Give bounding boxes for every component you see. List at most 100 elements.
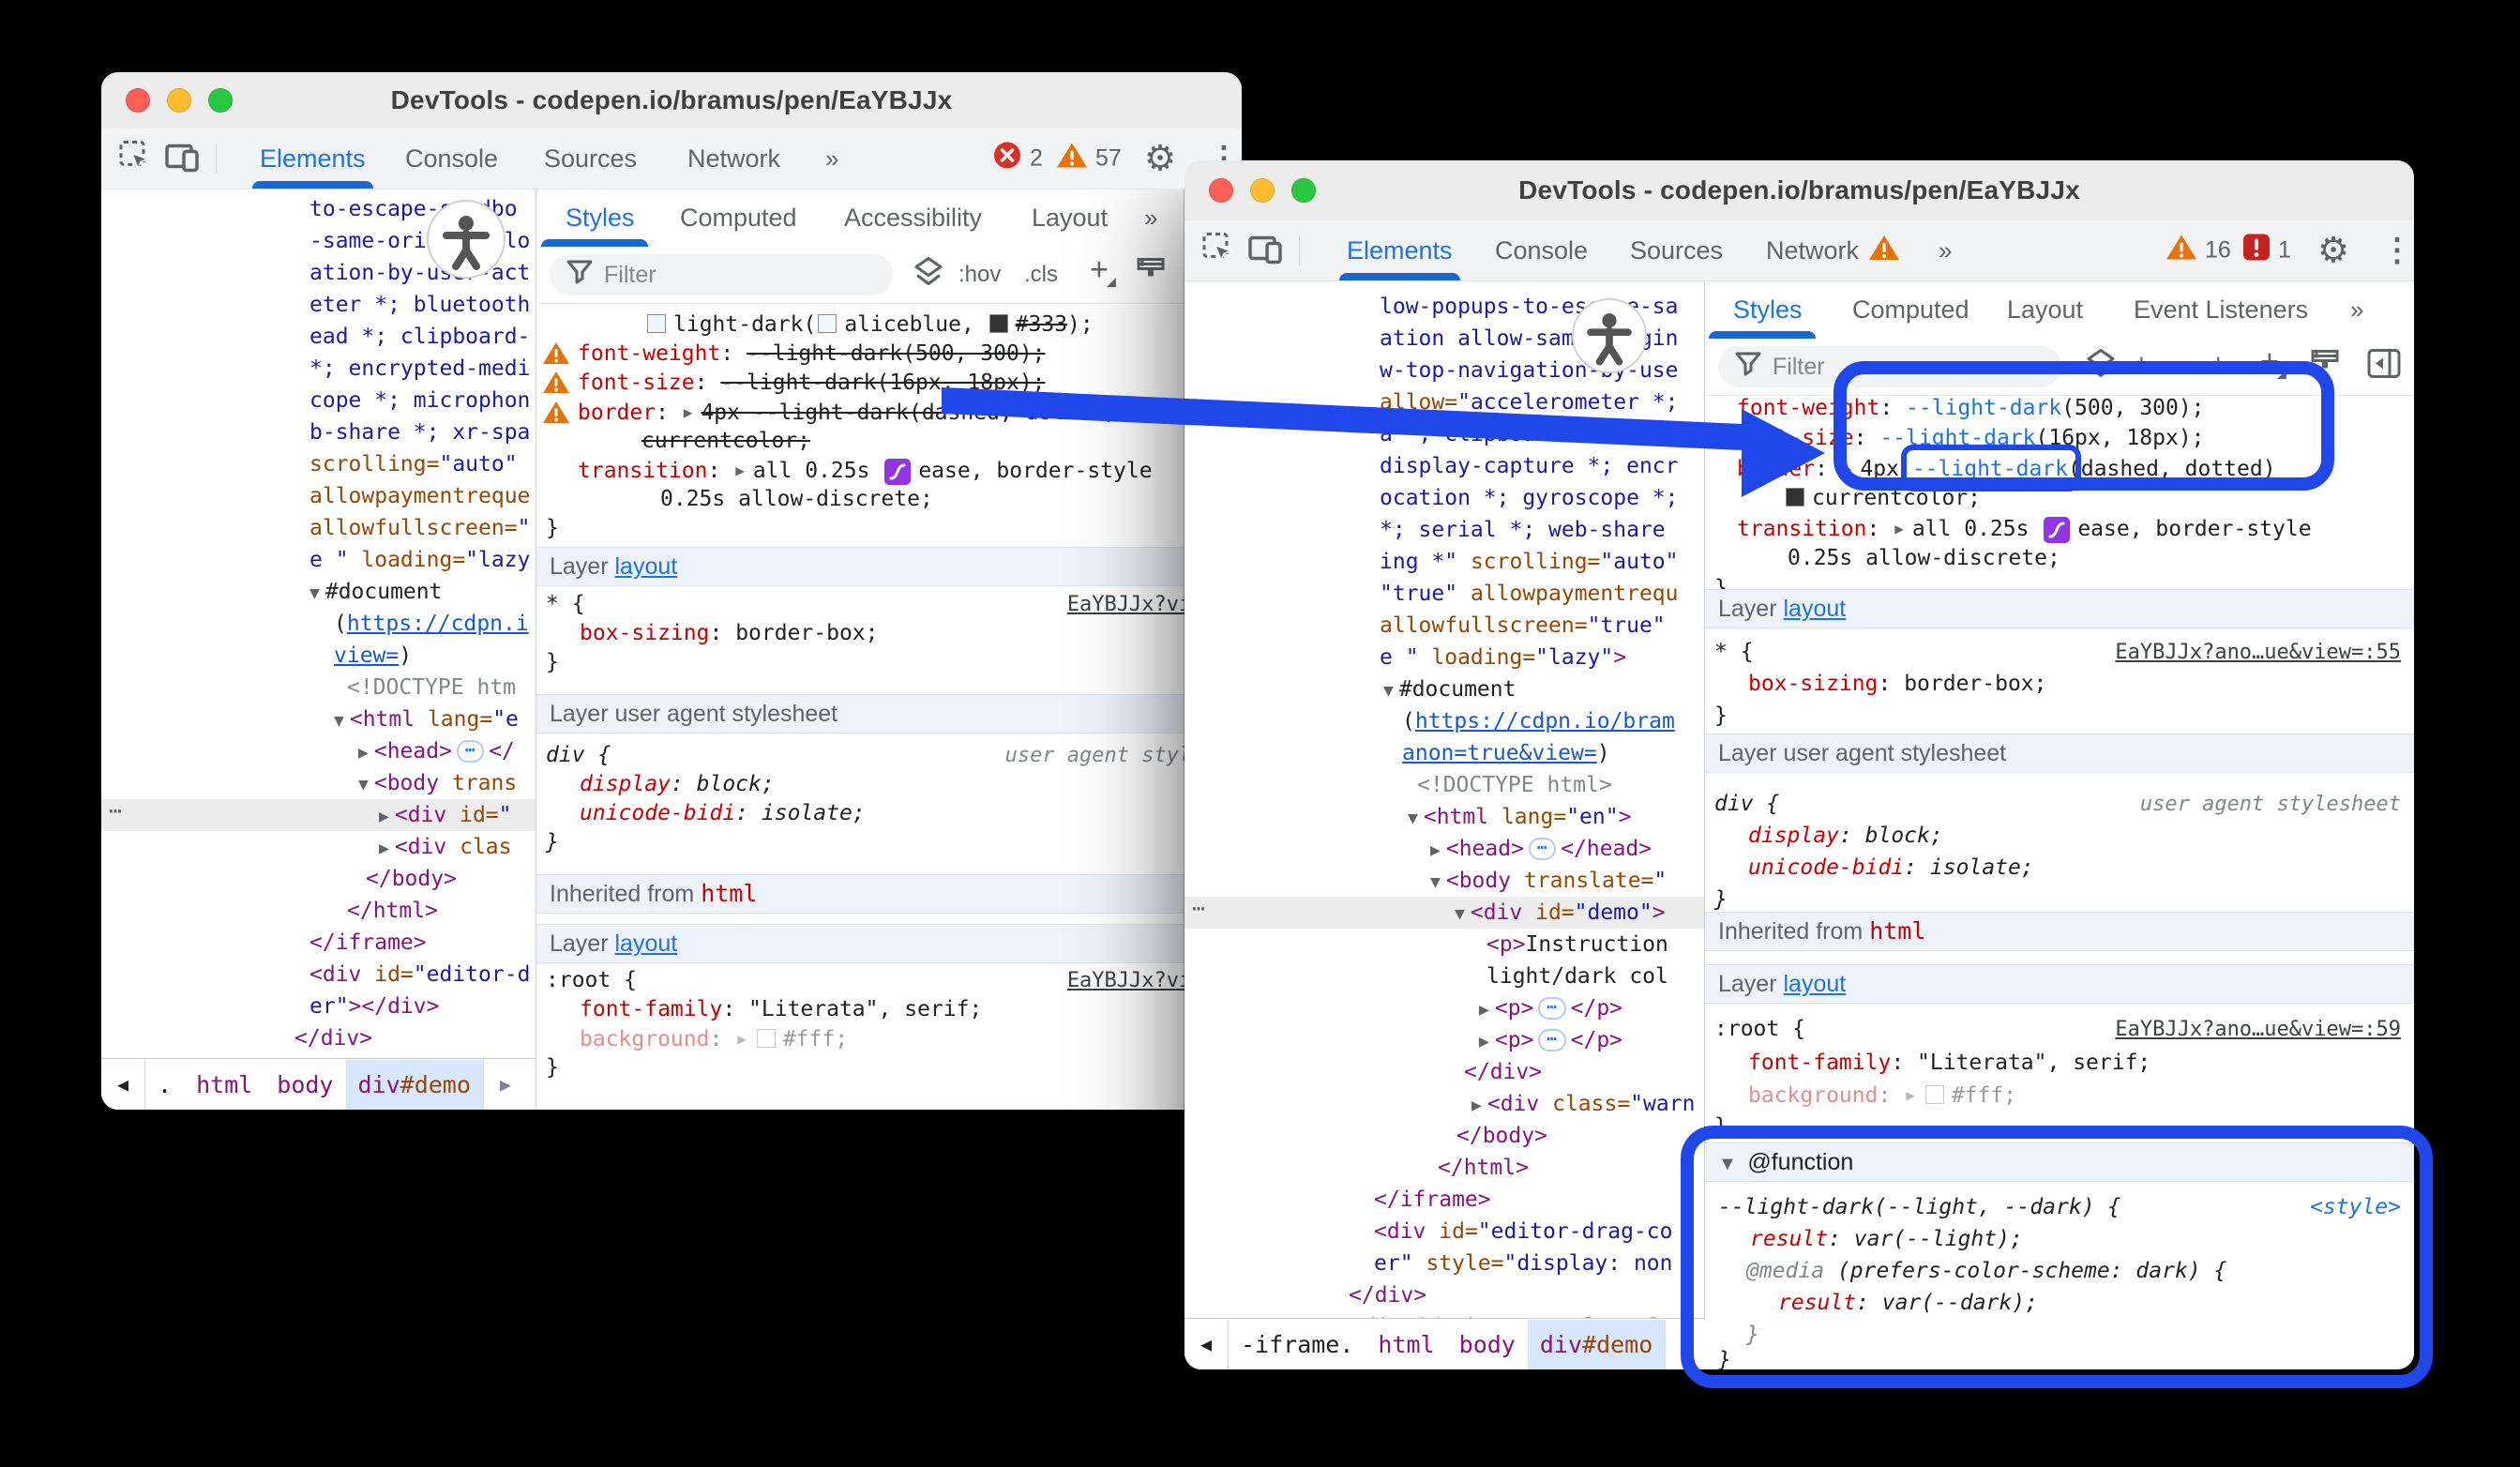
css-rule-line[interactable]: :root {	[546, 966, 637, 995]
crumb-forward-button[interactable]: ▶	[1665, 1320, 1709, 1369]
css-rule-line[interactable]: display: block;	[580, 770, 775, 799]
breadcrumb-item[interactable]: .	[145, 1060, 184, 1110]
settings-gear-icon[interactable]: ⚙	[2317, 230, 2349, 272]
dom-tree-line[interactable]: b-share *; xr-spa	[309, 416, 530, 448]
dom-tree-line[interactable]: ▶<p>⋯</p>	[1479, 992, 1622, 1026]
sidebar-more-tabs-button[interactable]: »	[2350, 280, 2362, 339]
dom-tree-line[interactable]: anon=true&view=)	[1402, 737, 1610, 769]
dom-tree-line[interactable]: ▼#document	[1383, 673, 1516, 707]
dom-tree-line[interactable]: </html>	[1438, 1152, 1529, 1184]
dom-tree-line[interactable]: view=)	[334, 640, 412, 672]
dom-tree-line[interactable]: </div>	[1464, 1056, 1542, 1088]
css-rule-line[interactable]: box-sizing: border-box;	[580, 619, 879, 648]
tab-elements[interactable]: Elements	[1347, 220, 1453, 280]
new-style-rule-button[interactable]: +◢	[1090, 261, 1116, 290]
css-rule-line[interactable]: }	[546, 648, 559, 677]
crumb-back-button[interactable]: ◀	[101, 1060, 145, 1110]
dom-tree-line[interactable]: allowpaymentreque	[309, 480, 530, 512]
rule-source-link[interactable]: user agent stylesheet	[2140, 790, 2401, 819]
css-rule-line[interactable]: div {	[1714, 790, 1779, 819]
dom-tree-line[interactable]: (https://cdpn.io/bram	[1402, 705, 1675, 737]
dom-tree-line[interactable]: </body>	[1456, 1120, 1547, 1152]
dom-tree-pane[interactable]: low-popups-to-escape-saation allow-same-…	[1185, 280, 1705, 1369]
dom-tree-line[interactable]: ▶<head>⋯</	[358, 735, 515, 769]
dom-tree-line[interactable]: </div>	[1349, 1279, 1426, 1311]
expand-ellipsis-icon[interactable]: ⋯	[457, 740, 484, 763]
disclosure-triangle-icon[interactable]: ▶	[1906, 1086, 1915, 1104]
dom-tree-line[interactable]: er" style="display: non	[1374, 1248, 1673, 1279]
settings-gear-icon[interactable]: ⚙	[1144, 138, 1176, 180]
disclosure-triangle-icon[interactable]: ▶	[1843, 460, 1852, 477]
dom-tree-line[interactable]: ▼<body translate="	[1430, 865, 1667, 899]
breadcrumb-item[interactable]: body	[264, 1060, 345, 1110]
console-warning-badge[interactable]: 57	[1056, 142, 1122, 176]
tab-console[interactable]: Console	[1495, 220, 1588, 280]
css-rule-line[interactable]: font-weight: --light-dark(500, 300);	[1737, 394, 2205, 423]
sidebar-tab-computed[interactable]: Computed	[1852, 280, 1969, 339]
minimize-button[interactable]	[167, 88, 191, 113]
css-rule-line[interactable]: @media (prefers-color-scheme: dark) {	[1746, 1257, 2226, 1286]
zoom-button[interactable]	[208, 88, 233, 113]
css-rule-line[interactable]: box-sizing: border-box;	[1748, 670, 2047, 699]
css-rule-line[interactable]: font-family: "Literata", serif;	[580, 995, 982, 1024]
rendering-emulation-button[interactable]	[1135, 256, 1167, 295]
css-rule-line[interactable]: display: block;	[1748, 822, 1943, 851]
breadcrumb-item[interactable]: html	[1366, 1320, 1446, 1369]
dom-tree-line[interactable]: ▼<html lang="en">	[1408, 801, 1631, 835]
breadcrumb-item[interactable]: body	[1447, 1320, 1528, 1369]
css-rule-line[interactable]: }	[1746, 1321, 1759, 1350]
dom-tree-line[interactable]: *; encrypted-medi	[309, 353, 530, 385]
tab-sources[interactable]: Sources	[544, 129, 637, 189]
rule-source-link[interactable]: EaYBJJx?ano…ue&view=:59	[2115, 1015, 2401, 1044]
dom-tree-line[interactable]: </div>	[294, 1022, 372, 1054]
element-classes-button[interactable]: .cls	[1024, 262, 1058, 288]
dom-tree-line[interactable]: <!DOCTYPE html>	[1417, 769, 1612, 801]
inspect-element-button[interactable]	[1201, 232, 1235, 270]
breadcrumb-item-selected[interactable]: div#demo	[346, 1060, 483, 1110]
crumb-back-button[interactable]: ◀	[1185, 1320, 1229, 1369]
dom-tree-line[interactable]: ▼<div id="demo">	[1455, 897, 1666, 930]
tab-console[interactable]: Console	[405, 129, 498, 189]
zoom-button[interactable]	[1291, 178, 1316, 203]
css-rule-line[interactable]: transition: ▶all 0.25s ease, border-styl…	[1737, 514, 2312, 544]
bezier-curve-icon[interactable]	[884, 459, 911, 485]
css-rule-line[interactable]: font-family: "Literata", serif;	[1748, 1049, 2150, 1078]
dom-tree-line[interactable]: eter *; bluetooth	[309, 289, 530, 321]
css-rule-line[interactable]: :root {	[1714, 1015, 1805, 1044]
bezier-curve-icon[interactable]	[2044, 517, 2070, 543]
dom-tree-line[interactable]: ▼<body trans	[358, 767, 517, 801]
dom-tree-line[interactable]: allow="accelerometer *;	[1380, 386, 1679, 418]
tab-network[interactable]: Network	[687, 129, 780, 189]
sidebar-tab-accessibility[interactable]: Accessibility	[844, 189, 982, 247]
disclosure-triangle-icon[interactable]: ▶	[1894, 520, 1904, 537]
css-rule-line[interactable]: * {	[546, 590, 585, 619]
issues-badge[interactable]: 1	[2242, 234, 2291, 268]
device-toolbar-button[interactable]	[1248, 233, 1284, 269]
dom-tree-line[interactable]: *; serial *; web-share	[1380, 514, 1679, 546]
dom-tree-line[interactable]: e " loading="lazy	[309, 544, 530, 576]
dom-tree-line[interactable]: ▼#document	[309, 576, 442, 610]
dom-tree-line[interactable]: a *; clipboard-read *;	[1380, 418, 1679, 450]
dom-tree-line[interactable]: ead *; clipboard-	[309, 321, 530, 353]
dom-tree-line[interactable]: </iframe>	[1374, 1184, 1491, 1216]
css-rule-line[interactable]: result: var(--dark);	[1778, 1289, 2038, 1318]
dom-tree-line[interactable]: <div id="editor-d	[309, 959, 530, 991]
dom-tree-line[interactable]: allowfullscreen="	[309, 512, 530, 544]
dom-tree-line[interactable]: e " loading="lazy">	[1380, 642, 1626, 673]
expand-ellipsis-icon[interactable]: ⋯	[1529, 838, 1556, 860]
dom-tree-line[interactable]: allowfullscreen="true"	[1380, 610, 1666, 642]
close-button[interactable]	[126, 88, 150, 113]
css-rule-line[interactable]: --light-dark(--light, --dark) {	[1718, 1193, 2120, 1222]
console-error-badge[interactable]: 2	[992, 141, 1043, 177]
console-warning-badge[interactable]: 16	[2165, 234, 2231, 268]
css-rule-line[interactable]: * {	[1714, 638, 1754, 667]
dom-tree-line[interactable]: ing *" scrolling="auto"	[1380, 546, 1679, 578]
rule-source-link[interactable]: EaYBJJx?ano…ue&view=:55	[2115, 638, 2401, 667]
styles-filter-input[interactable]: Filter	[550, 254, 893, 295]
dom-tree-line[interactable]: scrolling="auto"	[309, 448, 518, 480]
expand-ellipsis-icon[interactable]: ⋯	[1538, 1029, 1565, 1051]
window-titlebar[interactable]: DevTools - codepen.io/bramus/pen/EaYBJJx	[101, 72, 1242, 129]
kebab-menu-icon[interactable]: ⋮	[2381, 232, 2413, 269]
css-rule-line[interactable]: background: ▶#fff;	[1748, 1081, 2016, 1111]
breadcrumb-item-selected[interactable]: div#demo	[1528, 1320, 1665, 1369]
